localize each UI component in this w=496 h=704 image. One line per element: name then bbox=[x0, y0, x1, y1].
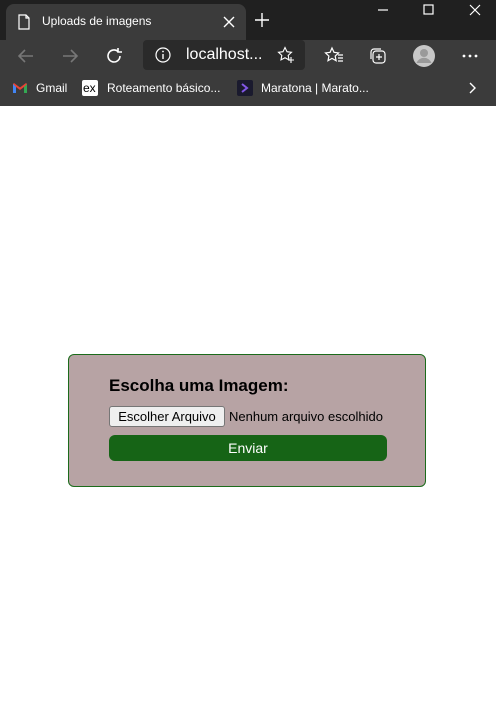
toolbar: localhost... bbox=[0, 40, 496, 72]
ex-icon: ex bbox=[82, 80, 98, 96]
forward-icon[interactable] bbox=[58, 44, 82, 68]
gmail-icon bbox=[13, 83, 27, 93]
choose-file-button[interactable]: Escolher Arquivo bbox=[109, 406, 225, 427]
page-content: Escolha uma Imagem: Escolher Arquivo Nen… bbox=[0, 106, 496, 704]
refresh-icon[interactable] bbox=[102, 44, 126, 68]
bookmarks-bar: Gmail ex Roteamento básico... Maratona |… bbox=[0, 72, 496, 106]
browser-chrome: Uploads de imagens localhost... Gmail ex… bbox=[0, 0, 496, 106]
tab-uploads[interactable]: Uploads de imagens bbox=[6, 4, 246, 40]
submit-button[interactable]: Enviar bbox=[109, 435, 387, 461]
address-bar[interactable]: localhost... bbox=[143, 40, 305, 70]
collections-icon[interactable] bbox=[366, 44, 390, 68]
maximize-icon[interactable] bbox=[413, 2, 445, 20]
upload-form: Escolha uma Imagem: Escolher Arquivo Nen… bbox=[68, 354, 426, 487]
close-window-icon[interactable] bbox=[459, 2, 491, 20]
site-info-icon[interactable] bbox=[155, 47, 171, 63]
maratona-icon bbox=[237, 80, 253, 96]
bookmark-maratona[interactable]: Maratona | Marato... bbox=[261, 81, 369, 95]
new-tab-icon[interactable] bbox=[252, 10, 272, 30]
tab-strip: Uploads de imagens bbox=[0, 0, 496, 40]
add-favorite-icon[interactable] bbox=[277, 46, 295, 64]
minimize-icon[interactable] bbox=[367, 2, 399, 20]
maratona-chevron-icon bbox=[241, 83, 249, 93]
bookmark-roteamento[interactable]: Roteamento básico... bbox=[107, 81, 220, 95]
ex-icon-text: ex bbox=[83, 81, 96, 95]
back-icon[interactable] bbox=[14, 44, 38, 68]
form-heading: Escolha uma Imagem: bbox=[109, 376, 289, 395]
profile-avatar[interactable] bbox=[412, 44, 436, 68]
close-tab-icon[interactable] bbox=[220, 13, 238, 31]
document-icon bbox=[18, 14, 30, 30]
tab-title: Uploads de imagens bbox=[42, 14, 152, 28]
no-file-status: Nenhum arquivo escolhido bbox=[229, 409, 383, 424]
more-menu-icon[interactable] bbox=[458, 44, 482, 68]
bookmark-gmail[interactable]: Gmail bbox=[36, 81, 67, 95]
favorites-icon[interactable] bbox=[322, 44, 346, 68]
chevron-right-icon[interactable] bbox=[464, 80, 480, 96]
url-text: localhost... bbox=[186, 46, 263, 63]
